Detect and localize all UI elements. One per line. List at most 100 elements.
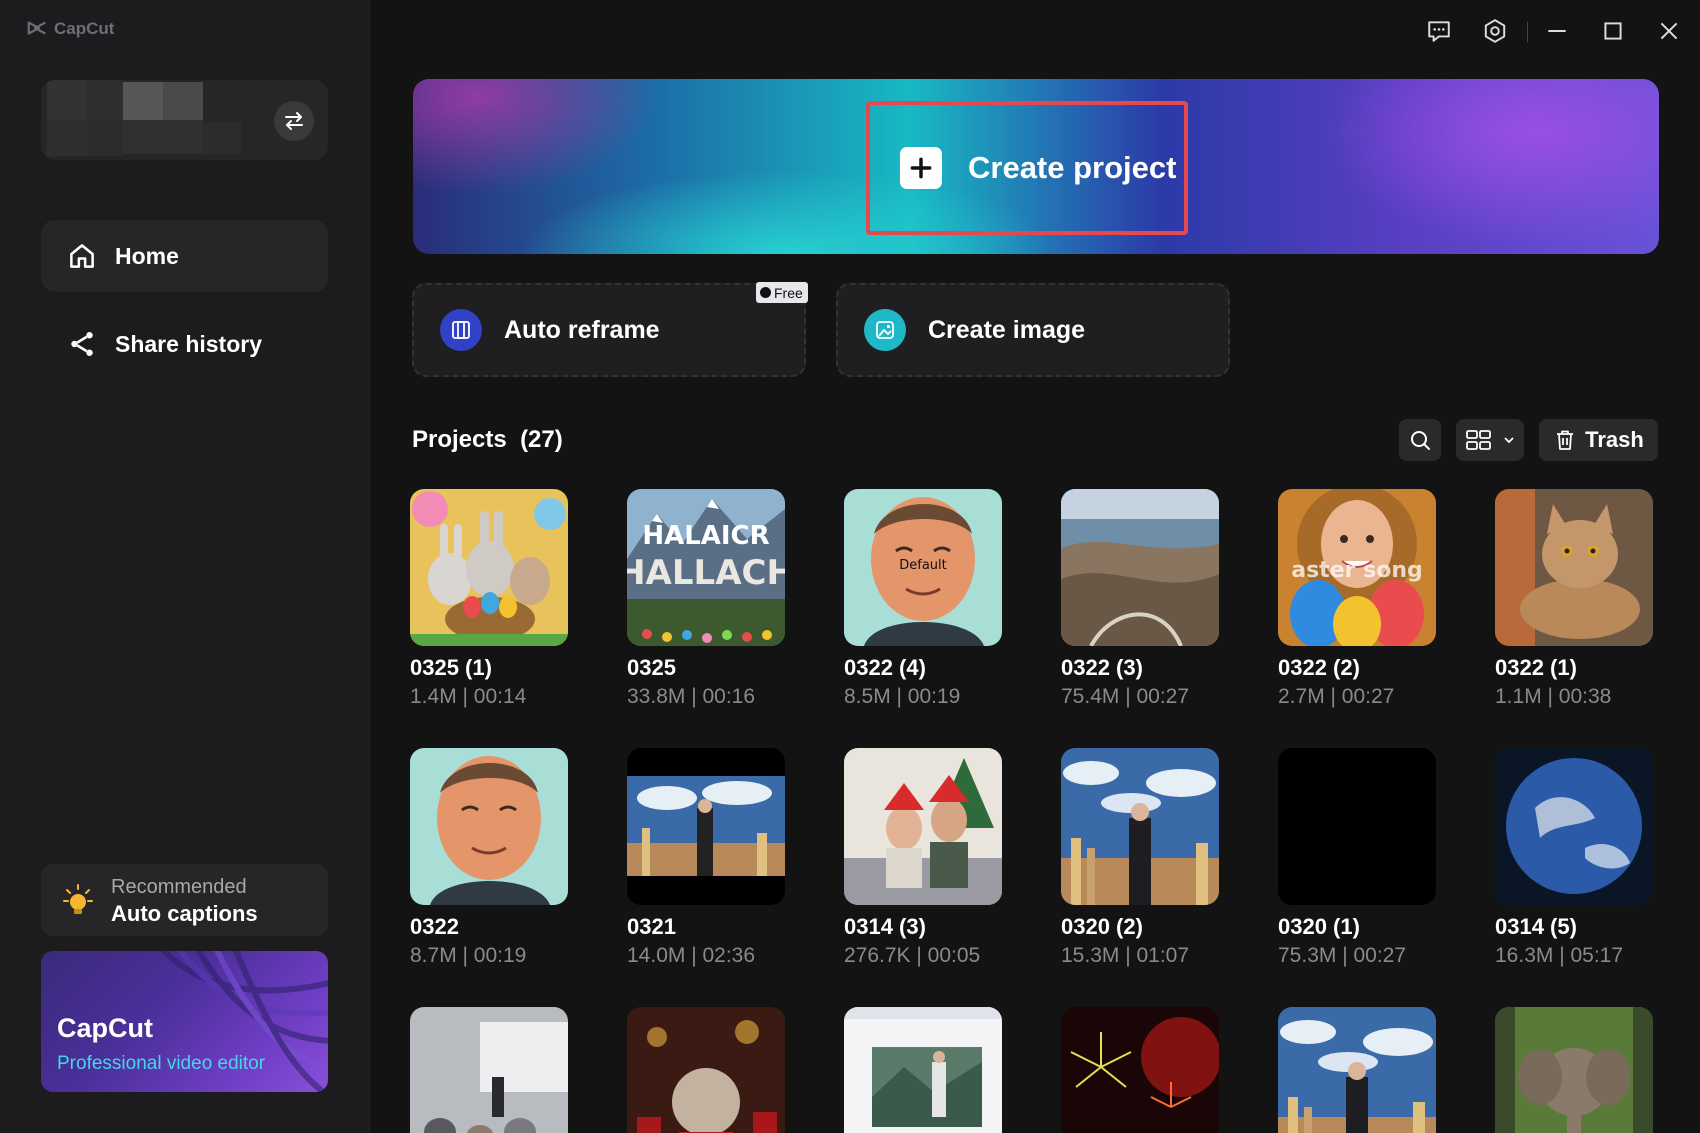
recommended-card[interactable]: Recommended Auto captions <box>41 864 328 936</box>
feedback-button[interactable] <box>1422 14 1456 48</box>
brand-text: CapCut <box>54 19 115 38</box>
svg-text:Default: Default <box>899 558 947 573</box>
project-thumbnail[interactable] <box>627 748 785 905</box>
sidebar-item-share-history[interactable]: Share history <box>41 308 328 380</box>
project-card[interactable]: 0314 (5) 16.3M | 05:17 <box>1495 748 1653 968</box>
project-name: 0322 (4) <box>844 655 926 680</box>
project-name: 0322 <box>410 914 459 939</box>
account-switcher[interactable] <box>41 80 328 160</box>
share-icon <box>71 332 93 356</box>
free-badge: Free <box>756 282 808 303</box>
view-mode-dropdown[interactable] <box>1456 419 1524 461</box>
settings-button[interactable] <box>1478 14 1512 48</box>
project-thumbnail[interactable] <box>1061 1007 1219 1133</box>
project-meta: 33.8M | 00:16 <box>627 685 756 708</box>
project-card[interactable]: 0322 8.7M | 00:19 <box>410 748 568 968</box>
grid-view-icon <box>1466 430 1491 450</box>
image-icon <box>864 309 906 351</box>
project-card[interactable]: 0322 (3) 75.4M | 00:27 <box>1061 489 1219 709</box>
project-thumbnail[interactable] <box>627 1007 785 1133</box>
project-name: 0322 (1) <box>1495 655 1577 680</box>
svg-text:HALLACH: HALLACH <box>627 553 785 593</box>
project-thumbnail[interactable] <box>844 748 1002 905</box>
thumbnail-screen-capture <box>844 1007 1002 1133</box>
maximize-button[interactable] <box>1596 14 1630 48</box>
thumbnail-girl-eggs: aster song <box>1278 489 1436 646</box>
project-card[interactable] <box>410 1007 568 1133</box>
promo-card[interactable]: CapCut Professional video editor <box>41 951 328 1092</box>
close-button[interactable] <box>1652 14 1686 48</box>
project-card[interactable]: 0320 (1) 75.3M | 00:27 <box>1278 748 1436 968</box>
thumbnail-woman-city <box>1278 1007 1436 1133</box>
minimize-icon <box>1548 30 1566 32</box>
project-card[interactable]: 0321 14.0M | 02:36 <box>627 748 785 968</box>
thumbnail-woman-city <box>1061 748 1219 905</box>
project-card[interactable]: 0314 (3) 276.7K | 00:05 <box>844 748 1002 968</box>
sidebar-item-home[interactable]: Home <box>41 220 328 292</box>
project-name: 0322 (3) <box>1061 655 1143 680</box>
project-name: 0322 (2) <box>1278 655 1360 680</box>
project-thumbnail[interactable] <box>1278 1007 1436 1133</box>
create-image-button[interactable]: Create image <box>836 283 1230 377</box>
thumbnail-snow-globe <box>627 1007 785 1133</box>
trash-label: Trash <box>1585 427 1644 452</box>
close-icon <box>1660 22 1678 40</box>
project-card[interactable]: Default 0322 (4) 8.5M | 00:19 <box>844 489 1002 709</box>
project-thumbnail[interactable] <box>1061 748 1219 905</box>
project-thumbnail[interactable] <box>410 489 568 646</box>
search-button[interactable] <box>1399 419 1441 461</box>
thumbnail-woman-city-wide <box>627 748 785 905</box>
project-card[interactable]: 0320 (2) 15.3M | 01:07 <box>1061 748 1219 968</box>
project-thumbnail[interactable] <box>844 1007 1002 1133</box>
auto-reframe-button[interactable]: Auto reframe <box>412 283 806 377</box>
project-thumbnail[interactable]: Default <box>844 489 1002 646</box>
thumbnail-earth <box>1495 748 1653 905</box>
svg-text:HALAICR: HALAICR <box>642 521 769 551</box>
project-name: 0321 <box>627 914 676 939</box>
project-card[interactable] <box>1061 1007 1219 1133</box>
thumbnail-presentation <box>410 1007 568 1133</box>
project-meta: 16.3M | 05:17 <box>1495 944 1624 967</box>
project-thumbnail[interactable] <box>1278 748 1436 905</box>
project-card[interactable] <box>627 1007 785 1133</box>
capcut-logo: CapCut <box>26 18 114 40</box>
project-name: 0325 <box>627 655 676 680</box>
project-card[interactable] <box>1278 1007 1436 1133</box>
project-thumbnail[interactable] <box>1061 489 1219 646</box>
sidebar-item-label: Share history <box>115 330 262 357</box>
gear-icon <box>1484 19 1506 43</box>
thumbnail-christmas-couple <box>844 748 1002 905</box>
project-name: 0314 (3) <box>844 914 926 939</box>
project-thumbnail[interactable] <box>410 1007 568 1133</box>
trash-button[interactable]: Trash <box>1539 419 1658 461</box>
project-thumbnail[interactable]: aster song <box>1278 489 1436 646</box>
project-meta: 15.3M | 01:07 <box>1061 944 1190 967</box>
create-image-label: Create image <box>928 315 1086 344</box>
auto-reframe-label: Auto reframe <box>504 315 660 344</box>
thumbnail-elephant <box>1495 1007 1653 1133</box>
project-card[interactable] <box>1495 1007 1653 1133</box>
project-card[interactable]: 0322 (1) 1.1M | 00:38 <box>1495 489 1653 709</box>
project-card[interactable] <box>844 1007 1002 1133</box>
thumbnail-cartoon-man: Default <box>844 489 1002 646</box>
reframe-icon <box>440 309 482 351</box>
project-card[interactable]: aster song 0322 (2) 2.7M | 00:27 <box>1278 489 1436 709</box>
project-thumbnail[interactable] <box>1495 489 1653 646</box>
project-card[interactable]: HALAICR HALLACH 0325 33.8M | 00:16 <box>627 489 785 709</box>
minimize-button[interactable] <box>1540 14 1574 48</box>
chevron-down-icon <box>1504 437 1514 444</box>
plus-icon <box>900 147 942 189</box>
project-card[interactable]: 0325 (1) 1.4M | 00:14 <box>410 489 568 709</box>
create-project-button[interactable]: Create project <box>866 101 1188 235</box>
project-thumbnail[interactable]: HALAICR HALLACH <box>627 489 785 646</box>
promo-title: CapCut <box>57 1013 153 1043</box>
create-project-label: Create project <box>968 150 1177 185</box>
project-meta: 1.4M | 00:14 <box>410 685 527 708</box>
maximize-icon <box>1604 22 1622 40</box>
swap-account-button[interactable] <box>274 101 314 141</box>
trash-icon <box>1557 430 1574 450</box>
thumbnail-mountain-title: HALAICR HALLACH <box>627 489 785 646</box>
project-thumbnail[interactable] <box>1495 748 1653 905</box>
project-thumbnail[interactable] <box>410 748 568 905</box>
project-thumbnail[interactable] <box>1495 1007 1653 1133</box>
